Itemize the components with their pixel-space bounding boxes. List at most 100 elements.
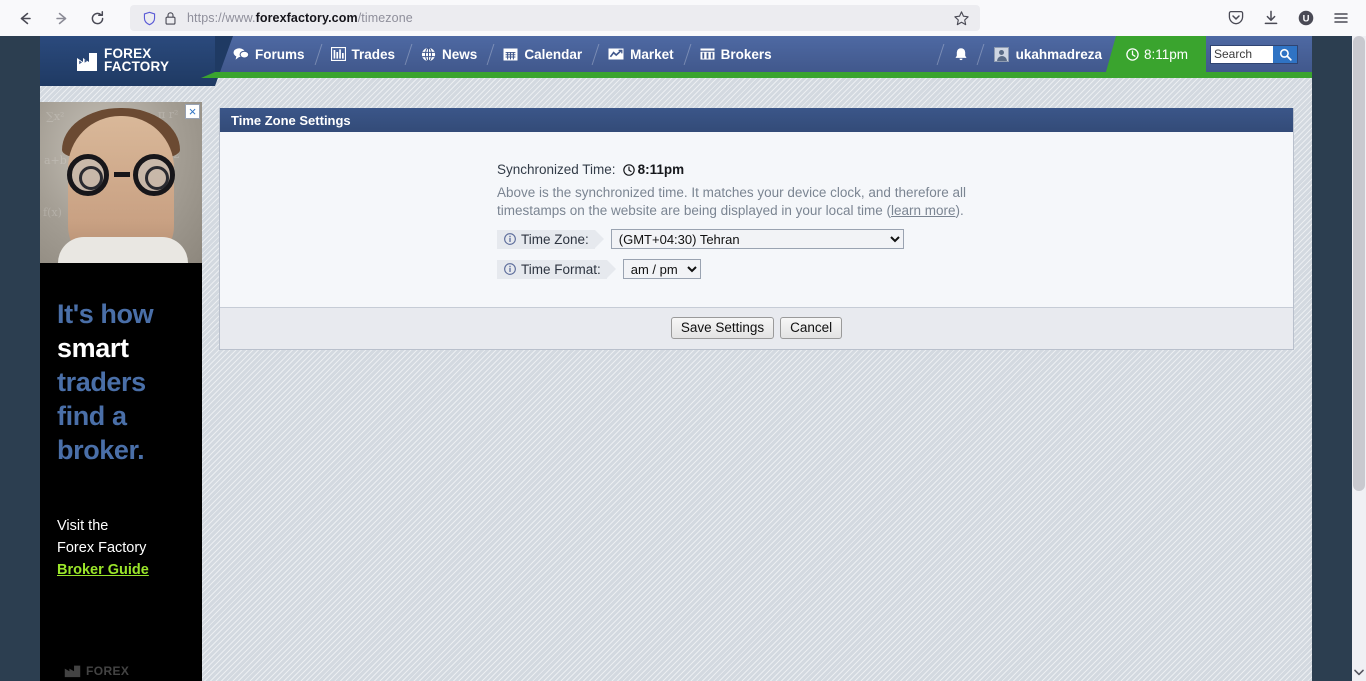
chevron-down-icon <box>1354 669 1364 675</box>
download-icon <box>1264 10 1278 25</box>
username-label: ukahmadreza <box>1015 46 1102 62</box>
glasses-icon <box>66 154 176 196</box>
description-text-part-2: ). <box>955 202 964 218</box>
svg-text:U: U <box>1303 14 1310 25</box>
browser-toolbar-right: U <box>1227 9 1366 27</box>
avatar <box>993 46 1009 62</box>
page-content: FOREX FACTORY Forums Trades News Calenda… <box>40 36 1312 681</box>
ad-headline-line-5: broker. <box>57 435 145 465</box>
building-icon <box>700 47 715 61</box>
shield-icon[interactable] <box>142 11 157 26</box>
synchronized-time-value-group: 8:11pm <box>622 162 684 177</box>
ad-headline-line-2: smart <box>57 333 129 363</box>
reload-button[interactable] <box>82 3 112 33</box>
pocket-icon <box>1228 10 1244 25</box>
timeformat-row: Time Format: am / pm <box>497 259 1293 279</box>
star-icon <box>954 10 969 25</box>
header-right-cluster: ukahmadreza 8:11pm <box>940 36 1312 72</box>
nav-label-news: News <box>442 46 478 62</box>
site-logo[interactable]: FOREX FACTORY <box>40 36 233 86</box>
timezone-label: Time Zone: <box>497 229 604 249</box>
downloads-button[interactable] <box>1262 9 1280 27</box>
bell-icon <box>955 47 967 60</box>
cancel-button[interactable]: Cancel <box>780 317 843 339</box>
nav-item-calendar[interactable]: Calendar <box>490 36 595 72</box>
save-settings-button[interactable]: Save Settings <box>670 317 775 339</box>
nav-item-market[interactable]: Market <box>595 36 687 72</box>
back-button[interactable] <box>10 3 40 33</box>
clock-button[interactable]: 8:11pm <box>1105 36 1206 72</box>
browser-nav-buttons <box>0 3 112 33</box>
advertisement-banner[interactable]: ∑x² π r² a+b √2 f(x) Δ × It's how <box>40 102 202 681</box>
ad-headline-line-1: It's how <box>57 299 154 329</box>
page-viewport: FOREX FACTORY Forums Trades News Calenda… <box>0 36 1366 681</box>
reload-icon <box>91 10 103 24</box>
notifications-button[interactable] <box>940 36 980 72</box>
page-scrollbar[interactable] <box>1352 36 1366 681</box>
forward-arrow-icon <box>55 12 66 24</box>
calendar-icon <box>503 47 518 61</box>
forward-button[interactable] <box>46 3 76 33</box>
info-icon[interactable] <box>504 233 516 245</box>
timezone-settings-panel: Time Zone Settings Synchronized Time: 8:… <box>219 108 1294 350</box>
ad-headline: It's how smart traders find a broker. <box>57 297 185 467</box>
search-input[interactable] <box>1211 45 1273 63</box>
ad-body: It's how smart traders find a broker. Vi… <box>40 263 202 581</box>
pocket-button[interactable] <box>1227 9 1245 27</box>
ad-headline-line-3: traders <box>57 367 146 397</box>
main-nav: Forums Trades News Calendar Market Broke… <box>220 36 785 72</box>
panel-body: Synchronized Time: 8:11pm Above is the s… <box>220 132 1293 308</box>
timeformat-label-text: Time Format: <box>521 261 601 277</box>
nav-item-trades[interactable]: Trades <box>318 36 409 72</box>
site-logo-text: FOREX FACTORY <box>104 47 169 73</box>
ad-cta-line-2: Forex Factory <box>57 540 147 556</box>
nav-item-news[interactable]: News <box>408 36 490 72</box>
account-button[interactable]: U <box>1297 9 1315 27</box>
factory-logo-icon <box>77 52 97 71</box>
nav-item-brokers[interactable]: Brokers <box>687 36 785 72</box>
close-icon[interactable]: × <box>185 104 200 119</box>
scrollbar-thumb[interactable] <box>1353 36 1365 491</box>
nav-label-calendar: Calendar <box>524 46 583 62</box>
clock-icon <box>1126 47 1139 61</box>
clock-time-label: 8:11pm <box>1143 46 1188 62</box>
app-menu-button[interactable] <box>1332 9 1350 27</box>
ad-call-to-action: Visit the Forex Factory Broker Guide <box>57 515 185 581</box>
scroll-down-button[interactable] <box>1352 665 1366 679</box>
magnifier-icon <box>1279 48 1292 61</box>
search-area <box>1206 36 1312 72</box>
site-header: FOREX FACTORY Forums Trades News Calenda… <box>40 36 1312 86</box>
bar-chart-icon <box>330 47 346 61</box>
hamburger-menu-icon <box>1334 13 1348 23</box>
clock-icon <box>622 163 635 176</box>
chart-line-icon <box>608 47 624 61</box>
search-box <box>1210 44 1298 64</box>
header-accent-bar <box>201 72 1312 78</box>
nav-label-trades: Trades <box>351 46 396 62</box>
bookmark-star-button[interactable] <box>953 10 972 27</box>
timeformat-select[interactable]: am / pm <box>622 259 701 279</box>
nav-item-forums[interactable]: Forums <box>220 36 318 72</box>
ad-headline-line-4: find a <box>57 401 127 431</box>
account-avatar-icon: U <box>1298 10 1314 26</box>
synchronized-time-description: Above is the synchronized time. It match… <box>497 184 997 219</box>
timezone-label-text: Time Zone: <box>521 231 589 247</box>
timeformat-label: Time Format: <box>497 259 616 279</box>
ad-cta-line-1: Visit the <box>57 518 109 534</box>
learn-more-link[interactable]: learn more <box>891 203 956 218</box>
info-icon[interactable] <box>504 263 516 275</box>
synchronized-time-label: Synchronized Time: <box>497 162 616 177</box>
address-bar[interactable]: https://www.forexfactory.com/timezone <box>130 5 980 31</box>
lock-icon[interactable] <box>164 11 177 26</box>
nav-label-market: Market <box>630 46 674 62</box>
synchronized-time-row: Synchronized Time: 8:11pm <box>497 162 1293 177</box>
timezone-select[interactable]: (GMT+04:30) Tehran <box>610 229 904 249</box>
ad-cta-link[interactable]: Broker Guide <box>57 559 185 581</box>
search-button[interactable] <box>1273 45 1297 63</box>
nav-label-forums: Forums <box>255 46 305 62</box>
back-arrow-icon <box>20 12 31 24</box>
user-account-link[interactable]: ukahmadreza <box>980 36 1116 72</box>
speech-bubbles-icon <box>233 47 249 61</box>
timezone-row: Time Zone: (GMT+04:30) Tehran <box>497 229 1293 249</box>
browser-toolbar: https://www.forexfactory.com/timezone U <box>0 0 1366 36</box>
